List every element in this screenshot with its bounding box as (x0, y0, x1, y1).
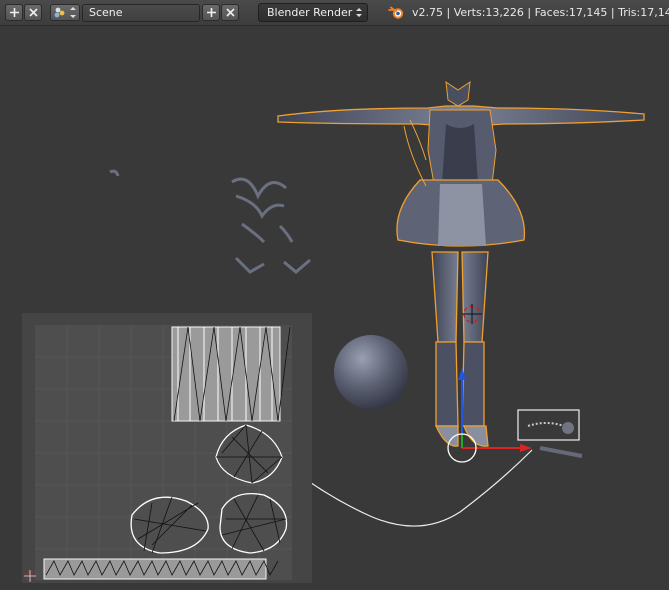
close-icon (225, 8, 235, 17)
plus-icon (206, 8, 216, 17)
add-scene-button[interactable] (202, 4, 220, 21)
uv-editor-panel[interactable] (22, 313, 312, 583)
uv-island-strips[interactable] (171, 326, 291, 422)
info-header: Scene Blender Render v2.75 | Verts:13,22… (0, 0, 669, 26)
floating-bow-fragments[interactable] (109, 169, 311, 274)
close-icon (28, 8, 38, 17)
blender-logo-icon (388, 6, 404, 19)
plus-icon (9, 8, 19, 17)
scene-icon (54, 7, 76, 18)
close-screen-button[interactable] (24, 4, 42, 21)
uv-island-bottom-strip[interactable] (43, 558, 279, 580)
version-label: v2.75 (412, 6, 444, 19)
scene-browser-button[interactable] (50, 4, 80, 21)
chevron-updown-icon (356, 8, 362, 17)
3d-viewport[interactable] (0, 26, 669, 590)
scene-name-field[interactable]: Scene (82, 4, 200, 22)
connector-curve (289, 449, 533, 527)
render-engine-label: Blender Render (267, 6, 353, 19)
render-engine-dropdown[interactable]: Blender Render (258, 3, 368, 22)
scene-name: Scene (89, 6, 123, 19)
mesh-stats: | Verts:13,226 | Faces:17,145 | Tris:17,… (446, 6, 669, 19)
sphere-object[interactable] (334, 335, 408, 409)
scene-statistics: v2.75 | Verts:13,226 | Faces:17,145 | Tr… (412, 6, 669, 19)
close-scene-button[interactable] (221, 4, 239, 21)
uv-island-head[interactable] (219, 492, 288, 554)
uv-layout-canvas (24, 325, 292, 582)
transform-gizmo[interactable] (447, 368, 532, 463)
add-screen-button[interactable] (5, 4, 23, 21)
uv-2d-cursor[interactable] (24, 570, 36, 582)
